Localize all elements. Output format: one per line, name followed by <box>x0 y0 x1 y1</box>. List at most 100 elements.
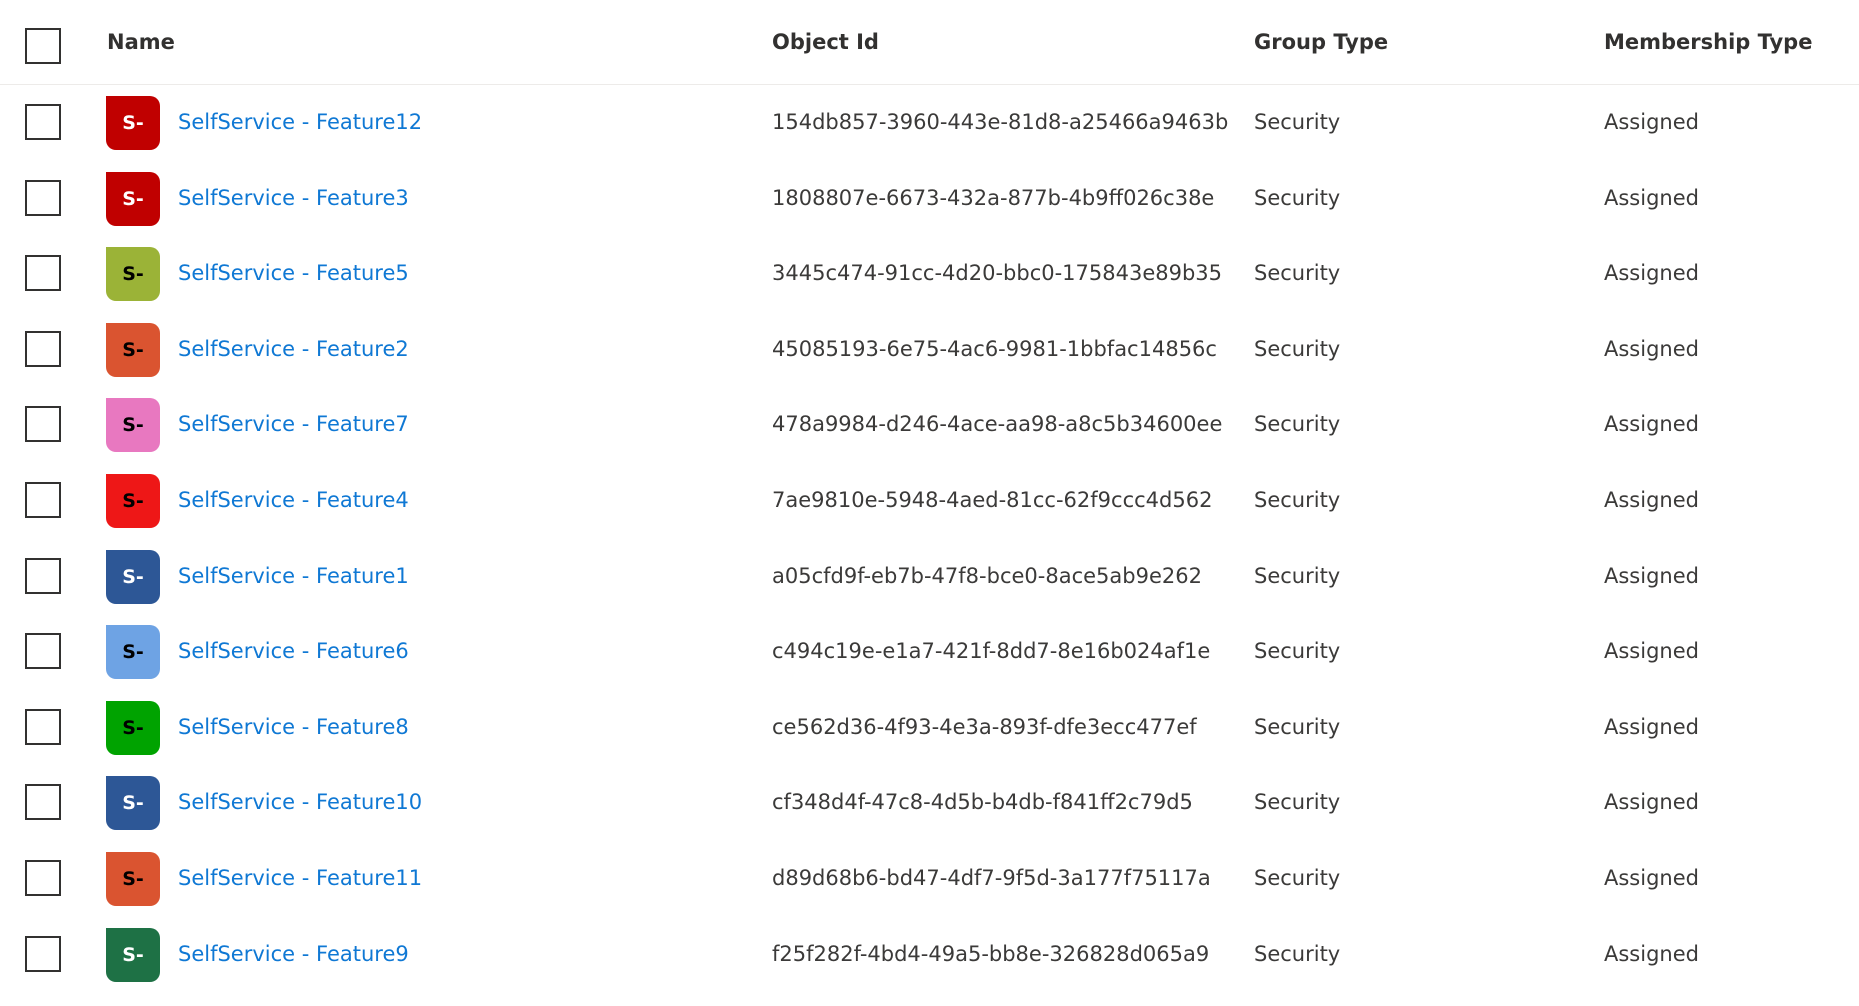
group-avatar-icon: S- <box>106 700 160 755</box>
group-avatar-icon: S- <box>106 398 160 453</box>
group-name-link[interactable]: SelfService - Feature2 <box>178 337 409 361</box>
row-checkbox[interactable] <box>25 557 61 594</box>
group-name-link[interactable]: SelfService - Feature3 <box>178 186 409 210</box>
object-id-cell: 45085193-6e75-4ac6-9981-1bbfac14856c <box>772 336 1217 361</box>
group-avatar-icon: S- <box>106 625 160 680</box>
table-row[interactable]: S- SelfService - Feature11 d89d68b6-bd47… <box>0 841 1859 917</box>
table-row[interactable]: S- SelfService - Feature5 3445c474-91cc-… <box>0 236 1859 312</box>
group-type-cell: Security <box>1254 110 1341 134</box>
group-name-link[interactable]: SelfService - Feature12 <box>178 110 422 134</box>
row-checkbox[interactable] <box>25 330 61 367</box>
row-checkbox[interactable] <box>25 255 61 292</box>
membership-type-cell: Assigned <box>1604 336 1699 361</box>
table-row[interactable]: S- SelfService - Feature1 a05cfd9f-eb7b-… <box>0 539 1859 615</box>
group-name-link[interactable]: SelfService - Feature11 <box>178 866 422 890</box>
group-avatar-icon: S- <box>106 927 160 982</box>
group-name-link[interactable]: SelfService - Feature9 <box>178 942 409 966</box>
group-type-cell: Security <box>1254 412 1341 437</box>
group-initials: S- <box>122 641 144 664</box>
select-all-checkbox[interactable] <box>25 28 61 64</box>
membership-type-cell: Assigned <box>1604 563 1699 588</box>
group-name-link[interactable]: SelfService - Feature4 <box>178 488 409 512</box>
membership-type-cell: Assigned <box>1604 865 1699 890</box>
column-header-group-type[interactable]: Group Type <box>1254 30 1388 54</box>
table-row[interactable]: S- SelfService - Feature6 c494c19e-e1a7-… <box>0 614 1859 690</box>
object-id-cell: a05cfd9f-eb7b-47f8-bce0-8ace5ab9e262 <box>772 563 1202 588</box>
table-row[interactable]: S- SelfService - Feature4 7ae9810e-5948-… <box>0 463 1859 539</box>
group-initials: S- <box>122 565 144 588</box>
object-id-cell: cf348d4f-47c8-4d5b-b4db-f841ff2c79d5 <box>772 790 1193 815</box>
group-avatar-icon: S- <box>106 322 160 377</box>
group-avatar-icon: S- <box>106 851 160 906</box>
row-checkbox[interactable] <box>25 179 61 216</box>
membership-type-cell: Assigned <box>1604 261 1699 286</box>
object-id-cell: ce562d36-4f93-4e3a-893f-dfe3ecc477ef <box>772 714 1197 739</box>
groups-table: Name Object Id Group Type Membership Typ… <box>0 0 1859 992</box>
membership-type-cell: Assigned <box>1604 185 1699 210</box>
group-initials: S- <box>122 943 144 966</box>
row-checkbox[interactable] <box>25 104 61 140</box>
group-type-cell: Security <box>1254 714 1341 739</box>
membership-type-cell: Assigned <box>1604 110 1699 134</box>
object-id-cell: d89d68b6-bd47-4df7-9f5d-3a177f75117a <box>772 865 1211 890</box>
object-id-cell: f25f282f-4bd4-49a5-bb8e-326828d065a9 <box>772 941 1210 966</box>
group-initials: S- <box>122 489 144 512</box>
table-row[interactable]: S- SelfService - Feature7 478a9984-d246-… <box>0 387 1859 463</box>
group-name-link[interactable]: SelfService - Feature1 <box>178 564 409 588</box>
table-row[interactable]: S- SelfService - Feature3 1808807e-6673-… <box>0 161 1859 237</box>
table-row[interactable]: S- SelfService - Feature10 cf348d4f-47c8… <box>0 765 1859 841</box>
group-type-cell: Security <box>1254 487 1341 512</box>
row-checkbox[interactable] <box>25 935 61 972</box>
column-header-name[interactable]: Name <box>107 30 175 54</box>
group-name-link[interactable]: SelfService - Feature8 <box>178 715 409 739</box>
group-name-link[interactable]: SelfService - Feature5 <box>178 261 409 285</box>
group-initials: S- <box>122 716 144 739</box>
membership-type-cell: Assigned <box>1604 941 1699 966</box>
group-name-link[interactable]: SelfService - Feature7 <box>178 412 409 436</box>
membership-type-cell: Assigned <box>1604 487 1699 512</box>
group-type-cell: Security <box>1254 639 1341 664</box>
group-avatar-icon: S- <box>106 776 160 831</box>
group-type-cell: Security <box>1254 185 1341 210</box>
group-type-cell: Security <box>1254 941 1341 966</box>
group-avatar-icon: S- <box>106 473 160 528</box>
membership-type-cell: Assigned <box>1604 714 1699 739</box>
membership-type-cell: Assigned <box>1604 639 1699 664</box>
group-type-cell: Security <box>1254 865 1341 890</box>
column-header-object-id[interactable]: Object Id <box>772 30 879 54</box>
group-initials: S- <box>122 792 144 815</box>
group-initials: S- <box>122 187 144 210</box>
table-row[interactable]: S- SelfService - Feature8 ce562d36-4f93-… <box>0 690 1859 766</box>
group-type-cell: Security <box>1254 790 1341 815</box>
row-checkbox[interactable] <box>25 784 61 821</box>
table-row[interactable]: S- SelfService - Feature12 154db857-3960… <box>0 85 1859 161</box>
group-avatar-icon: S- <box>106 96 160 150</box>
group-type-cell: Security <box>1254 336 1341 361</box>
membership-type-cell: Assigned <box>1604 412 1699 437</box>
group-initials: S- <box>122 414 144 437</box>
table-body: S- SelfService - Feature12 154db857-3960… <box>0 85 1859 992</box>
object-id-cell: 3445c474-91cc-4d20-bbc0-175843e89b35 <box>772 261 1223 286</box>
object-id-cell: 1808807e-6673-432a-877b-4b9ff026c38e <box>772 185 1215 210</box>
group-avatar-icon: S- <box>106 247 160 302</box>
group-name-link[interactable]: SelfService - Feature6 <box>178 639 409 663</box>
group-type-cell: Security <box>1254 261 1341 286</box>
membership-type-cell: Assigned <box>1604 790 1699 815</box>
row-checkbox[interactable] <box>25 633 61 670</box>
group-type-cell: Security <box>1254 563 1341 588</box>
row-checkbox[interactable] <box>25 481 61 518</box>
group-avatar-icon: S- <box>106 549 160 604</box>
group-initials: S- <box>122 112 144 134</box>
object-id-cell: c494c19e-e1a7-421f-8dd7-8e16b024af1e <box>772 639 1211 664</box>
row-checkbox[interactable] <box>25 859 61 896</box>
table-row[interactable]: S- SelfService - Feature9 f25f282f-4bd4-… <box>0 917 1859 993</box>
table-row[interactable]: S- SelfService - Feature2 45085193-6e75-… <box>0 312 1859 388</box>
object-id-cell: 7ae9810e-5948-4aed-81cc-62f9ccc4d562 <box>772 487 1213 512</box>
group-initials: S- <box>122 867 144 890</box>
row-checkbox[interactable] <box>25 406 61 443</box>
group-name-link[interactable]: SelfService - Feature10 <box>178 790 422 814</box>
table-header: Name Object Id Group Type Membership Typ… <box>0 0 1859 85</box>
row-checkbox[interactable] <box>25 708 61 745</box>
column-header-membership-type[interactable]: Membership Type <box>1604 30 1812 54</box>
object-id-cell: 154db857-3960-443e-81d8-a25466a9463b <box>772 110 1229 134</box>
